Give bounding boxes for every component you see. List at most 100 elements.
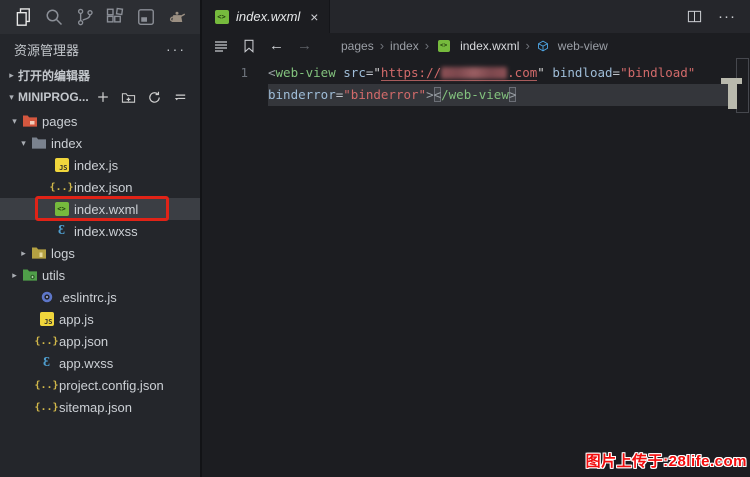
close-tab-icon[interactable]: ×: [310, 10, 318, 24]
code-token: bindload: [552, 65, 612, 80]
tree-item-index[interactable]: ▾ index: [0, 132, 200, 154]
tree-item-label: index: [51, 136, 82, 151]
chevron-right-icon[interactable]: ▸: [17, 248, 30, 259]
watermark: 图片上传于:28life.com: [586, 450, 747, 471]
tree-item-index-js[interactable]: JS index.js: [0, 154, 200, 176]
tree-item-sitemap-json[interactable]: {..} sitemap.json: [0, 396, 200, 418]
bookmark-icon[interactable]: [242, 39, 256, 53]
chevron-right-icon[interactable]: ▸: [8, 270, 21, 281]
minimap-slider[interactable]: [736, 58, 749, 113]
code-token: "binderror": [343, 87, 426, 102]
code-token: src: [343, 65, 366, 80]
outline-list-icon[interactable]: [213, 38, 229, 54]
source-control-icon[interactable]: [75, 7, 95, 27]
open-editors-label: 打开的编辑器: [18, 67, 90, 84]
code-token: binderror: [268, 87, 336, 102]
code-line[interactable]: 1<web-view src="https://.com" bindload="…: [202, 62, 750, 84]
tree-item-index-json[interactable]: {..}index.json: [0, 176, 200, 198]
code-text: binderror="binderror"></web-view>: [268, 84, 737, 106]
split-editor-icon[interactable]: [687, 9, 702, 24]
url-link: https:// .com: [381, 65, 537, 81]
wxss-icon: 3: [53, 223, 70, 239]
text-cursor-icon: [721, 78, 742, 84]
tree-item-label: sitemap.json: [59, 400, 132, 415]
tree-item-label: index.js: [74, 158, 118, 173]
chevron-right-icon: ▸: [5, 70, 18, 81]
more-actions-icon[interactable]: ···: [166, 44, 186, 54]
code-token: >: [426, 87, 434, 102]
teapot-icon[interactable]: [167, 7, 187, 27]
nav-forward-icon[interactable]: →: [297, 37, 312, 54]
tree-item-label: index.wxss: [74, 224, 138, 239]
breadcrumb-item-index-wxml[interactable]: <> index.wxml: [435, 38, 519, 54]
breadcrumb-label: index: [390, 39, 419, 53]
code-editor[interactable]: 1<web-view src="https://.com" bindload="…: [202, 58, 750, 477]
code-token: <: [434, 87, 442, 102]
tree-item-app-json[interactable]: {..}app.json: [0, 330, 200, 352]
code-token: https://: [381, 65, 441, 80]
tab-index-wxml[interactable]: <> index.wxml ×: [202, 0, 330, 33]
new-file-icon[interactable]: [95, 90, 110, 105]
tree-item-project-config-json[interactable]: {..}project.config.json: [0, 374, 200, 396]
js-icon: JS: [53, 157, 70, 173]
breadcrumb-item-index[interactable]: index: [390, 39, 419, 53]
tree-item-logs[interactable]: ▸logs: [0, 242, 200, 264]
redacted-url-blur: [441, 67, 507, 79]
json-icon: {..}: [53, 179, 70, 195]
collapse-all-icon[interactable]: [173, 90, 188, 105]
tree-item-utils[interactable]: ▸ utils: [0, 264, 200, 286]
extensions-icon[interactable]: [105, 7, 125, 27]
code-text: <web-view src="https://.com" bindload="b…: [268, 62, 737, 84]
activity-bar: [0, 0, 200, 34]
sidebar: 资源管理器 ··· ▸ 打开的编辑器 ▾ MINIPROG...: [0, 0, 202, 477]
folder-pages-icon: [21, 113, 38, 129]
refresh-icon[interactable]: [147, 90, 162, 105]
editor-pane: <> index.wxml × ··· ← → pages › index › <> in…: [202, 0, 750, 477]
tree-item-index-wxml[interactable]: <>index.wxml: [0, 198, 200, 220]
tree-item-label: app.json: [59, 334, 108, 349]
json-icon: {..}: [38, 399, 55, 415]
breadcrumb-separator-icon: ›: [425, 38, 429, 53]
code-token: web-view: [276, 65, 336, 80]
tree-item-label: index.wxml: [74, 202, 138, 217]
eslint-icon: [38, 289, 55, 305]
line-number: [202, 84, 268, 106]
wxml-icon: <>: [435, 38, 452, 54]
project-section[interactable]: ▾ MINIPROG...: [0, 86, 200, 108]
tree-item--eslintrc-js[interactable]: .eslintrc.js: [0, 286, 200, 308]
explorer-header: 资源管理器 ···: [0, 34, 200, 64]
tree-item-label: utils: [42, 268, 65, 283]
layout-icon[interactable]: [136, 7, 156, 27]
file-tree: ▾ pages ▾ index JS index.js {..}index.json<>in…: [0, 108, 200, 418]
code-token: "bindload": [620, 65, 695, 80]
tree-item-label: app.js: [59, 312, 94, 327]
tree-item-index-wxss[interactable]: 3 index.wxss: [0, 220, 200, 242]
chevron-down-icon[interactable]: ▾: [17, 138, 30, 149]
more-actions-icon[interactable]: ···: [718, 13, 736, 21]
code-line-highlighted[interactable]: binderror="binderror"></web-view>: [202, 84, 750, 106]
nav-back-icon[interactable]: ←: [269, 37, 284, 54]
wxml-file-icon: <>: [213, 9, 230, 25]
breadcrumb-separator-icon: ›: [525, 38, 529, 53]
breadcrumb-item-pages[interactable]: pages: [341, 39, 374, 53]
folder-index-icon: [30, 135, 47, 151]
chevron-down-icon[interactable]: ▾: [8, 116, 21, 127]
app-window: 资源管理器 ··· ▸ 打开的编辑器 ▾ MINIPROG...: [0, 0, 750, 477]
breadcrumb: pages›index›<>index.wxml›web-view: [341, 38, 608, 54]
files-icon[interactable]: [13, 7, 33, 27]
tree-item-pages[interactable]: ▾ pages: [0, 110, 200, 132]
code-token: .com: [507, 65, 537, 80]
breadcrumb-label: web-view: [558, 39, 608, 53]
open-editors-section[interactable]: ▸ 打开的编辑器: [0, 64, 200, 86]
folder-logs-icon: [30, 245, 47, 261]
json-icon: {..}: [38, 377, 55, 393]
search-icon[interactable]: [44, 7, 64, 27]
new-folder-icon[interactable]: [121, 90, 136, 105]
breadcrumb-label: index.wxml: [460, 39, 519, 53]
breadcrumb-item-web-view[interactable]: web-view: [536, 38, 608, 54]
tree-item-app-js[interactable]: JSapp.js: [0, 308, 200, 330]
project-actions: [95, 90, 200, 105]
tree-item-label: pages: [42, 114, 77, 129]
tree-item-app-wxss[interactable]: 3app.wxss: [0, 352, 200, 374]
tab-label: index.wxml: [236, 9, 300, 24]
